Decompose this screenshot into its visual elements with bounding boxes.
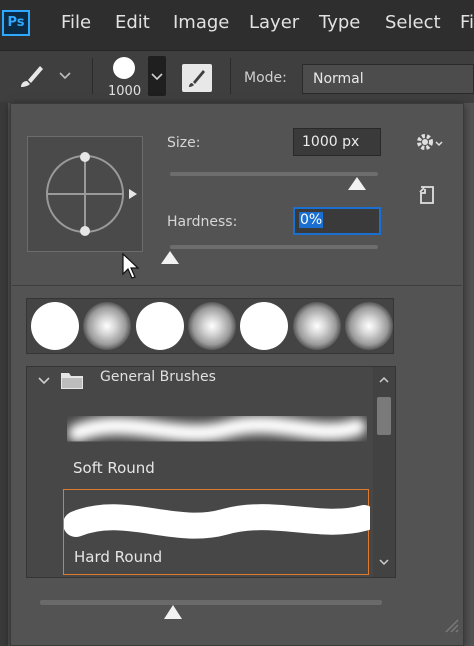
brush-size-label: 1000 — [108, 84, 142, 99]
brush-tip-soft-round[interactable] — [83, 302, 132, 350]
brush-group-general[interactable]: General Brushes — [27, 367, 371, 397]
size-slider-track[interactable] — [170, 172, 378, 176]
menu-bar: Ps File Edit Image Layer Type Select Fi — [0, 0, 474, 50]
brush-item-hard-round[interactable]: Hard Round — [63, 489, 370, 575]
mode-label: Mode: — [244, 70, 287, 86]
brush-tip-hard-round[interactable] — [240, 302, 289, 350]
scroll-down-icon[interactable] — [378, 557, 390, 567]
size-label: Size: — [167, 135, 201, 151]
menu-type[interactable]: Type — [319, 12, 360, 33]
brush-tip-soft-round[interactable] — [292, 302, 341, 350]
resize-grip-icon[interactable] — [440, 614, 460, 634]
brush-list-scrollbar[interactable] — [373, 367, 395, 577]
mouse-cursor-icon — [122, 252, 140, 279]
hardness-input[interactable]: 0% — [293, 207, 381, 235]
menu-edit[interactable]: Edit — [115, 12, 150, 33]
hardness-label: Hardness: — [167, 214, 238, 230]
new-preset-icon[interactable] — [416, 184, 438, 206]
size-input[interactable]: 1000 px — [293, 128, 381, 156]
pen-pressure-icon — [189, 70, 205, 87]
folder-icon — [61, 373, 83, 389]
brush-tip-hard-round[interactable] — [135, 302, 184, 350]
menu-layer[interactable]: Layer — [249, 12, 299, 33]
size-slider-thumb[interactable] — [348, 177, 367, 190]
soft-stroke-preview — [68, 415, 366, 442]
menu-select[interactable]: Select — [385, 12, 441, 33]
group-name: General Brushes — [100, 369, 216, 385]
brush-preview-icon[interactable] — [113, 57, 135, 79]
pressure-size-icon[interactable] — [182, 64, 212, 92]
divider — [230, 58, 231, 94]
brush-tip-soft-round[interactable] — [187, 302, 236, 350]
chevron-down-icon[interactable] — [58, 68, 72, 82]
hardness-slider-track[interactable] — [170, 245, 378, 249]
menu-filter[interactable]: Fi — [460, 12, 474, 33]
hardness-slider-thumb[interactable] — [161, 251, 179, 264]
brush-item-soft-round[interactable]: Soft Round — [63, 399, 369, 485]
recent-brush-tips — [26, 298, 394, 354]
hard-stroke-preview — [64, 504, 370, 539]
brush-list: General Brushes Soft Round Hard Round — [26, 366, 396, 578]
brush-tip-soft-round[interactable] — [344, 302, 393, 350]
brush-angle-roundness-widget[interactable] — [27, 136, 143, 252]
menu-file[interactable]: File — [61, 12, 91, 33]
menu-image[interactable]: Image — [173, 12, 229, 33]
mode-select[interactable]: Normal — [302, 64, 474, 94]
chevron-down-icon — [151, 73, 163, 81]
divider — [92, 58, 93, 94]
brush-name: Soft Round — [73, 459, 155, 477]
hardness-value-selection: 0% — [299, 212, 324, 228]
brush-preset-picker-button[interactable] — [148, 56, 166, 96]
preview-size-slider-thumb[interactable] — [164, 605, 183, 619]
toolbar-strip — [0, 102, 8, 646]
gear-icon[interactable] — [414, 130, 444, 154]
preview-size-slider-track[interactable] — [40, 600, 382, 605]
scroll-thumb[interactable] — [377, 397, 391, 435]
brush-angle-icon — [46, 152, 137, 236]
brush-name: Hard Round — [74, 548, 163, 566]
divider — [12, 285, 462, 286]
photoshop-logo: Ps — [2, 10, 30, 36]
scroll-up-icon[interactable] — [378, 375, 390, 385]
chevron-down-icon[interactable] — [37, 374, 51, 388]
brush-icon[interactable] — [14, 63, 48, 91]
brush-tip-hard-round[interactable] — [31, 302, 79, 350]
